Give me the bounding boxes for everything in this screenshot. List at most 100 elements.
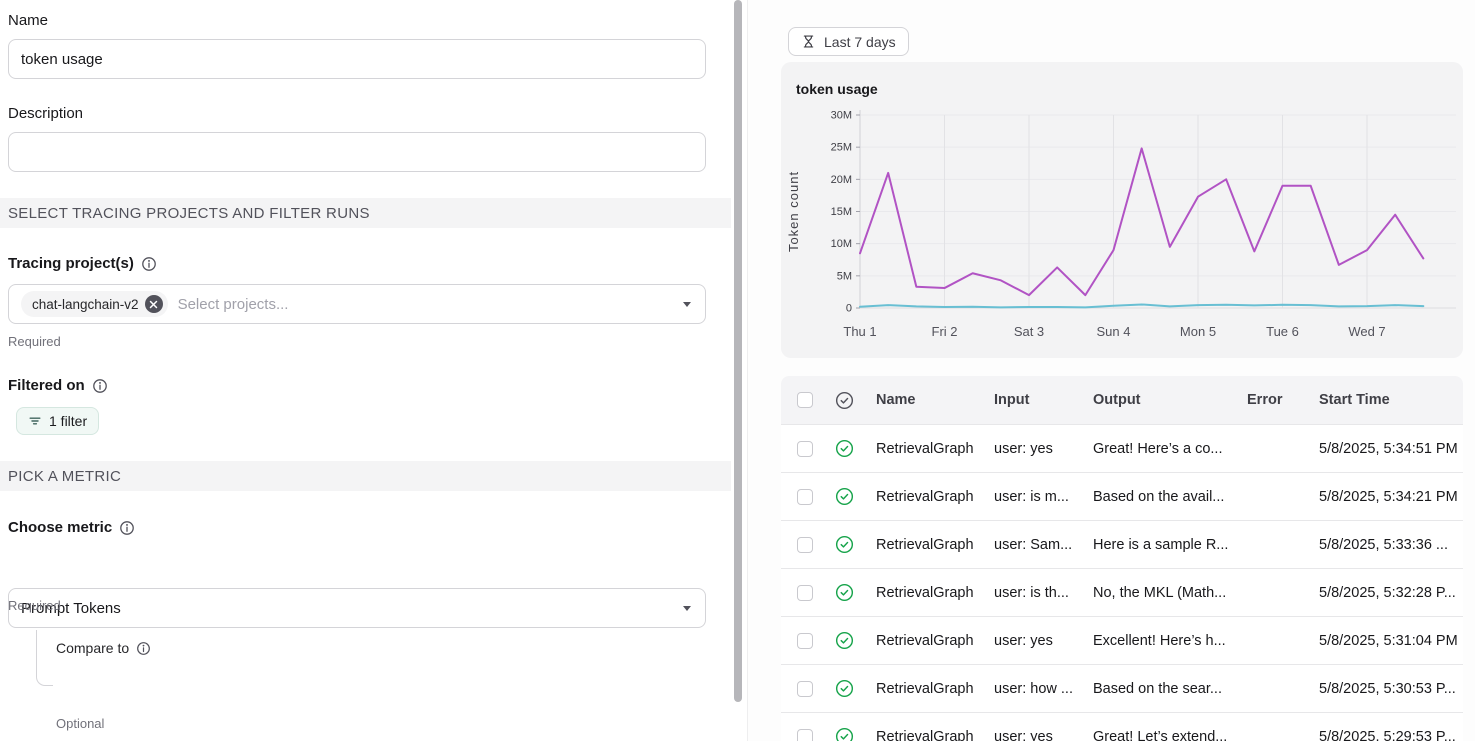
table-header-row: Name Input Output Error Start Time [781,376,1463,424]
preview-panel: Last 7 days token usage 05M10M15M20M25M3… [747,0,1475,741]
info-icon [136,641,151,656]
row-input: user: how ... [994,681,1093,697]
check-circle-icon [834,630,876,651]
header-start-time[interactable]: Start Time [1319,392,1463,408]
row-checkbox[interactable] [797,633,813,649]
token-usage-line-chart: 0 5M 10M 15M 20M 25M 30M Thu 1 Fri 2 Sat 3 Sun 4 Mo… [781,62,1463,358]
compare-optional-hint: Optional [56,716,104,731]
row-checkbox[interactable] [797,489,813,505]
name-input[interactable] [8,39,706,79]
row-input: user: yes [994,633,1093,649]
row-name: RetrievalGraph [876,537,994,553]
name-label: Name [8,12,48,29]
check-circle-icon [834,678,876,699]
select-all-checkbox[interactable] [797,392,813,408]
row-output: No, the MKL (Math... [1093,585,1247,601]
table-row[interactable]: RetrievalGraph user: Sam... Here is a sa… [781,520,1463,568]
row-input: user: is th... [994,585,1093,601]
row-output: Excellent! Here’s h... [1093,633,1247,649]
row-start-time: 5/8/2025, 5:29:53 P... [1319,729,1463,741]
svg-text:10M: 10M [831,238,852,250]
row-output: Here is a sample R... [1093,537,1247,553]
row-output: Based on the avail... [1093,489,1247,505]
svg-text:0: 0 [846,303,852,315]
svg-text:Sat 3: Sat 3 [1014,324,1044,339]
x-circle-icon[interactable] [145,295,163,313]
row-checkbox[interactable] [797,729,813,741]
svg-text:Token count: Token count [786,171,801,252]
check-circle-icon [834,486,876,507]
chart-config-panel: Name Description SELECT TRACING PROJECTS… [0,0,731,741]
svg-text:Thu 1: Thu 1 [843,324,876,339]
section-header-metric: PICK A METRIC [0,461,731,491]
table-row[interactable]: RetrievalGraph user: how ... Based on th… [781,664,1463,712]
row-output: Great! Let’s extend... [1093,729,1247,741]
chevron-down-icon [683,606,691,611]
table-row[interactable]: RetrievalGraph user: yes Great! Here’s a… [781,424,1463,472]
svg-text:Sun 4: Sun 4 [1097,324,1131,339]
choose-metric-label: Choose metric [8,519,135,536]
row-name: RetrievalGraph [876,681,994,697]
svg-text:Wed 7: Wed 7 [1348,324,1385,339]
row-input: user: yes [994,441,1093,457]
tree-connector [36,630,53,686]
row-start-time: 5/8/2025, 5:33:36 ... [1319,537,1463,553]
description-input[interactable] [8,132,706,172]
chevron-down-icon [683,302,691,307]
row-start-time: 5/8/2025, 5:30:53 P... [1319,681,1463,697]
projects-search-input[interactable] [178,296,693,313]
svg-text:Mon 5: Mon 5 [1180,324,1216,339]
table-row[interactable]: RetrievalGraph user: yes Excellent! Here… [781,616,1463,664]
table-row[interactable]: RetrievalGraph user: yes Great! Let’s ex… [781,712,1463,741]
table-body: RetrievalGraph user: yes Great! Here’s a… [781,424,1463,741]
svg-text:5M: 5M [837,270,852,282]
row-name: RetrievalGraph [876,729,994,741]
svg-text:25M: 25M [831,142,852,154]
row-checkbox[interactable] [797,441,813,457]
row-checkbox[interactable] [797,681,813,697]
row-checkbox[interactable] [797,537,813,553]
row-checkbox[interactable] [797,585,813,601]
filtered-on-label: Filtered on [8,377,108,394]
svg-text:Tue 6: Tue 6 [1266,324,1299,339]
compare-to-label: Compare to [56,640,151,656]
scrollbar-thumb[interactable] [734,0,742,702]
row-start-time: 5/8/2025, 5:31:04 PM [1319,633,1463,649]
svg-text:20M: 20M [831,174,852,186]
table-row[interactable]: RetrievalGraph user: is th... No, the MK… [781,568,1463,616]
left-panel-scrollbar [733,0,744,741]
table-row[interactable]: RetrievalGraph user: is m... Based on th… [781,472,1463,520]
description-label: Description [8,105,83,122]
row-input: user: Sam... [994,537,1093,553]
chart-preview-card: token usage 05M10M15M20M25M30MThu 1Fri 2… [781,62,1463,358]
check-circle-icon [834,726,876,741]
info-icon [119,520,135,536]
svg-text:Fri 2: Fri 2 [932,324,958,339]
row-name: RetrievalGraph [876,441,994,457]
runs-table: Name Input Output Error Start Time Retri… [781,376,1463,741]
info-icon [92,378,108,394]
header-input[interactable]: Input [994,392,1093,408]
row-name: RetrievalGraph [876,633,994,649]
header-error[interactable]: Error [1247,392,1319,408]
project-chip: chat-langchain-v2 [21,291,168,317]
check-circle-icon [834,534,876,555]
tracing-projects-select[interactable]: chat-langchain-v2 [8,284,706,324]
row-output: Great! Here’s a co... [1093,441,1247,457]
row-input: user: yes [994,729,1093,741]
projects-required-hint: Required [8,334,61,349]
info-icon [141,256,157,272]
row-output: Based on the sear... [1093,681,1247,697]
svg-text:30M: 30M [831,110,852,122]
row-start-time: 5/8/2025, 5:32:28 P... [1319,585,1463,601]
svg-text:15M: 15M [831,206,852,218]
check-circle-icon [834,438,876,459]
row-name: RetrievalGraph [876,585,994,601]
status-column-icon [834,390,876,411]
header-name[interactable]: Name [876,392,994,408]
filter-count-chip[interactable]: 1 filter [16,407,99,435]
header-output[interactable]: Output [1093,392,1247,408]
metric-select[interactable]: Prompt Tokens [8,588,706,628]
time-range-button[interactable]: Last 7 days [788,27,909,56]
section-header-projects: SELECT TRACING PROJECTS AND FILTER RUNS [0,198,731,228]
